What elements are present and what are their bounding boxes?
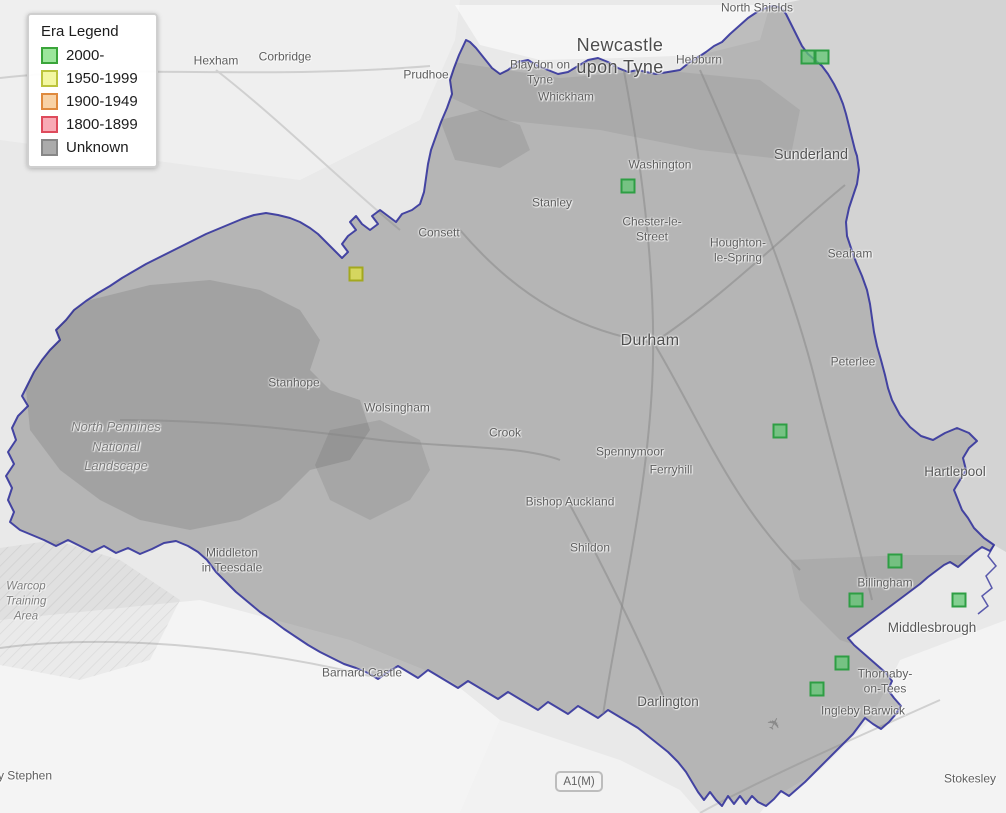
legend-item: 1900-1949 bbox=[41, 93, 144, 110]
era-marker[interactable] bbox=[348, 266, 364, 282]
era-marker[interactable] bbox=[800, 49, 816, 65]
legend-item-label: 1800-1899 bbox=[66, 116, 138, 133]
legend-swatch-icon bbox=[41, 93, 58, 110]
era-marker[interactable] bbox=[620, 178, 636, 194]
legend-item-label: 2000- bbox=[66, 47, 105, 64]
era-legend: Era Legend 2000- 1950-1999 1900-1949 180… bbox=[27, 13, 158, 168]
legend-item-label: Unknown bbox=[66, 139, 129, 156]
era-marker[interactable] bbox=[809, 681, 825, 697]
legend-items: 2000- 1950-1999 1900-1949 1800-1899 Unkn… bbox=[41, 47, 144, 156]
legend-item-label: 1900-1949 bbox=[66, 93, 138, 110]
legend-item: Unknown bbox=[41, 139, 144, 156]
legend-swatch-icon bbox=[41, 116, 58, 133]
legend-item: 1800-1899 bbox=[41, 116, 144, 133]
era-marker[interactable] bbox=[772, 423, 788, 439]
era-marker[interactable] bbox=[814, 49, 830, 65]
legend-item-label: 1950-1999 bbox=[66, 70, 138, 87]
legend-swatch-icon bbox=[41, 139, 58, 156]
era-marker[interactable] bbox=[834, 655, 850, 671]
map-viewport[interactable]: Newcastle upon Tyne Sunderland Durham Mi… bbox=[0, 0, 1006, 813]
legend-swatch-icon bbox=[41, 47, 58, 64]
road-badge-a1m: A1(M) bbox=[555, 771, 603, 792]
era-marker[interactable] bbox=[951, 592, 967, 608]
legend-swatch-icon bbox=[41, 70, 58, 87]
era-marker[interactable] bbox=[848, 592, 864, 608]
legend-title: Era Legend bbox=[41, 23, 119, 40]
legend-item: 2000- bbox=[41, 47, 144, 64]
era-marker[interactable] bbox=[887, 553, 903, 569]
legend-item: 1950-1999 bbox=[41, 70, 144, 87]
